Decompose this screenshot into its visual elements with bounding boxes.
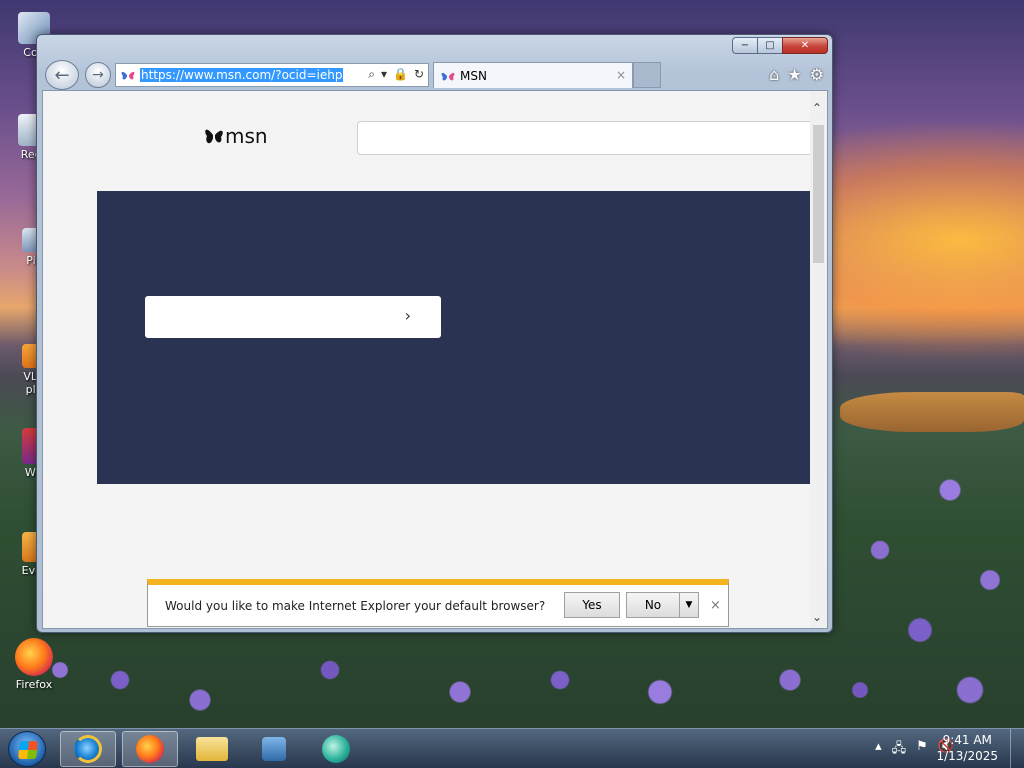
clock-time: 9:41 AM <box>942 733 992 747</box>
desktop-icon-firefox[interactable]: Firefox <box>4 638 64 691</box>
taskbar-item-app[interactable] <box>308 731 364 767</box>
tab-msn[interactable]: MSN × <box>433 62 633 88</box>
notification-close-icon[interactable]: × <box>710 598 721 613</box>
tab-close-icon[interactable]: × <box>616 68 626 82</box>
msn-butterfly-icon <box>121 71 135 80</box>
msn-search-input[interactable] <box>357 121 817 155</box>
ie-window: − □ ✕ ← → https://www.msn.com/?ocid=iehp… <box>36 34 833 633</box>
lock-icon[interactable]: 🔒 <box>393 67 408 82</box>
no-dropdown-button[interactable]: ▼ <box>679 592 699 618</box>
dropdown-icon[interactable]: ▾ <box>381 67 387 82</box>
start-button[interactable] <box>8 731 46 767</box>
close-button[interactable]: ✕ <box>782 37 828 54</box>
notification-text: Would you like to make Internet Explorer… <box>165 599 546 613</box>
command-tools: ⌂ ★ ⚙ <box>769 65 824 84</box>
taskbar: ▴ 🖧 ⚑ 🔇 9:41 AM 1/13/2025 <box>0 728 1024 768</box>
firefox-icon <box>136 735 164 763</box>
address-bar[interactable]: https://www.msn.com/?ocid=iehp ⌕ ▾ 🔒 ↻ <box>115 63 429 87</box>
favorites-star-icon[interactable]: ★ <box>787 65 801 84</box>
page-viewport: msn › ⌃ ⌄ Would you like to make Interne… <box>42 90 828 629</box>
clock[interactable]: 9:41 AM 1/13/2025 <box>936 732 998 764</box>
back-arrow-icon: ← <box>54 64 70 86</box>
firefox-icon <box>15 638 53 676</box>
refresh-icon[interactable]: ↻ <box>414 67 424 82</box>
app-icon <box>322 735 350 763</box>
folder-icon <box>196 737 228 761</box>
media-player-icon <box>262 737 286 761</box>
dropdown-arrow-icon: ▼ <box>685 600 693 610</box>
hero-link-button[interactable]: › <box>145 296 441 338</box>
forward-button[interactable]: → <box>85 62 111 88</box>
address-tools: ⌕ ▾ 🔒 ↻ <box>368 67 424 82</box>
wallpaper-pond <box>840 392 1024 432</box>
msn-butterfly-logo-icon <box>205 129 223 144</box>
msn-butterfly-icon <box>441 72 455 80</box>
hero-panel: › <box>97 191 811 484</box>
home-icon[interactable]: ⌂ <box>769 65 779 84</box>
new-tab-button[interactable] <box>633 62 661 88</box>
scroll-up-icon[interactable]: ⌃ <box>812 101 822 115</box>
windows-logo-icon <box>18 741 38 759</box>
taskbar-item-media-player[interactable] <box>246 731 302 767</box>
scroll-down-icon[interactable]: ⌄ <box>812 610 822 624</box>
internet-explorer-icon <box>74 735 102 763</box>
action-center-flag-icon[interactable]: ⚑ <box>916 739 928 761</box>
clock-date: 1/13/2025 <box>936 749 998 763</box>
taskbar-item-explorer[interactable] <box>184 731 240 767</box>
forward-arrow-icon: → <box>92 67 104 83</box>
msn-logo[interactable]: msn <box>203 123 268 149</box>
taskbar-item-firefox[interactable] <box>122 731 178 767</box>
taskbar-item-internet-explorer[interactable] <box>60 731 116 767</box>
network-icon[interactable]: 🖧 <box>892 739 907 761</box>
navigation-bar: ← → https://www.msn.com/?ocid=iehp ⌕ ▾ 🔒… <box>37 59 832 91</box>
url-text[interactable]: https://www.msn.com/?ocid=iehp <box>140 68 344 82</box>
show-hidden-icons-icon[interactable]: ▴ <box>875 739 882 761</box>
msn-logo-text: msn <box>225 124 268 148</box>
tab-title: MSN <box>460 68 487 83</box>
minimize-button[interactable]: − <box>732 37 758 54</box>
back-button[interactable]: ← <box>45 60 79 90</box>
scrollbar-thumb[interactable] <box>813 125 824 263</box>
vertical-scrollbar[interactable]: ⌃ ⌄ <box>810 91 827 628</box>
maximize-button[interactable]: □ <box>757 37 783 54</box>
default-browser-notification: Would you like to make Internet Explorer… <box>147 579 729 627</box>
no-button[interactable]: No <box>626 592 680 618</box>
settings-gear-icon[interactable]: ⚙ <box>810 65 824 84</box>
desktop-icon-label: Firefox <box>15 678 53 691</box>
chevron-right-icon: › <box>404 306 411 325</box>
caption-buttons: − □ ✕ <box>732 37 828 54</box>
search-icon[interactable]: ⌕ <box>368 67 375 82</box>
show-desktop-button[interactable] <box>1010 729 1024 768</box>
yes-button[interactable]: Yes <box>564 592 620 618</box>
